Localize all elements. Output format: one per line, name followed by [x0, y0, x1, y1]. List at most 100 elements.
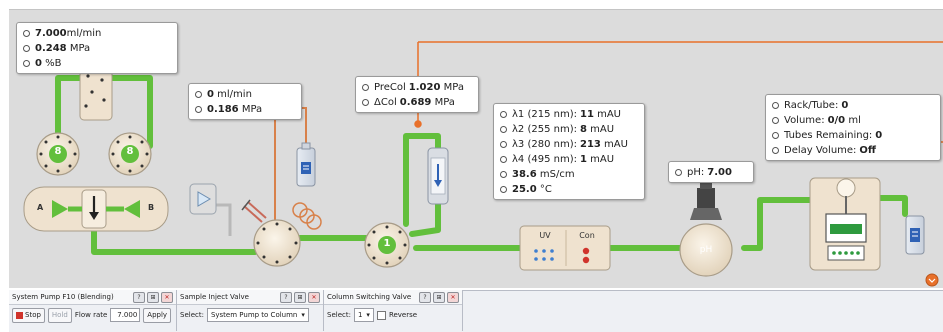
delta-col-label: ΔCol — [374, 97, 397, 108]
pump-flow-value: 7.000 — [35, 28, 67, 39]
inject-pressure-value: 0.186 — [207, 104, 239, 115]
waste-bottle-icon — [296, 142, 316, 187]
det-row-2-unit: mAU — [604, 139, 628, 150]
uv-label: UV — [539, 231, 551, 240]
ph-label: pH: — [687, 167, 705, 178]
rack-label: Rack/Tube: — [784, 100, 839, 111]
sample-inject-title: Sample Inject Valve — [180, 293, 249, 301]
sample-inject-module — [189, 142, 322, 267]
inject-select-label: Select: — [180, 311, 204, 319]
det-row-0-unit: mAU — [597, 109, 621, 120]
inject-pressure-unit: MPa — [241, 104, 263, 115]
volume-unit: ml — [848, 115, 861, 126]
detector-info-box: λ1 (215 nm): 11 mAU λ2 (255 nm): 8 mAU λ3 … — [493, 103, 645, 200]
delay-label: Delay Volume: — [784, 145, 857, 156]
pump-b-value: 0 — [35, 58, 42, 69]
column-switching-panel: Column Switching Valve ? ⊞ ✕ Select: 1 ▾ … — [324, 290, 463, 331]
help-icon[interactable]: ? — [133, 292, 145, 303]
inject-flow-value: 0 — [207, 89, 214, 100]
close-icon[interactable]: ✕ — [447, 292, 459, 303]
det-row-2-label: λ3 (280 nm): — [512, 139, 577, 150]
inlet-b-label: B — [148, 203, 155, 212]
inject-valve[interactable] — [253, 219, 301, 267]
pump-b-unit: %B — [45, 58, 62, 69]
precol-value: 1.020 — [408, 82, 441, 93]
inject-path-value: System Pump to Column — [210, 311, 298, 319]
pump-pressure-value: 0.248 — [35, 43, 67, 54]
fraction-info-box: Rack/Tube: 0 Volume: 0/0 ml Tubes Remainin… — [765, 94, 941, 161]
apply-label: Apply — [147, 310, 168, 319]
system-flow-view: 7.000 ml/min 0.248 MPa 0 %B 8 8 A B 0 ml/… — [0, 0, 943, 332]
pump-info-box: 7.000 ml/min 0.248 MPa 0 %B — [16, 22, 178, 74]
det-row-0-label: λ1 (215 nm): — [512, 109, 577, 120]
fraction-collector-module — [809, 177, 939, 287]
close-icon[interactable]: ✕ — [161, 292, 173, 303]
column-select-label: Select: — [327, 311, 351, 319]
precol-label: PreCol — [374, 82, 406, 93]
close-icon[interactable]: ✕ — [308, 292, 320, 303]
flow-rate-label: Flow rate — [74, 311, 108, 319]
help-icon[interactable]: ? — [280, 292, 292, 303]
chevron-down-icon: ▾ — [301, 311, 305, 319]
det-row-1-label: λ2 (255 nm): — [512, 124, 577, 135]
pin-icon[interactable]: ⊞ — [294, 292, 306, 303]
pump-module — [23, 63, 169, 232]
volume-label: Volume: — [784, 115, 825, 126]
system-pump-title: System Pump F10 (Blending) — [12, 293, 114, 301]
det-row-4-unit: mS/cm — [539, 169, 575, 180]
chevron-down-icon: ▾ — [366, 311, 370, 319]
system-pump-panel: System Pump F10 (Blending) ? ⊞ ✕ Stop Ho… — [9, 290, 177, 331]
det-row-2-value: 213 — [579, 139, 601, 150]
apply-button[interactable]: Apply — [143, 307, 172, 323]
det-row-3-value: 1 — [579, 154, 587, 165]
volume-value: 0/0 — [827, 115, 846, 126]
stop-icon — [16, 311, 23, 319]
det-row-3-label: λ4 (495 nm): — [512, 154, 577, 165]
inject-info-box: 0 ml/min 0.186 MPa — [188, 83, 302, 120]
collection-bottle-icon — [905, 215, 925, 255]
valve-right-label: 8 — [126, 146, 134, 157]
pump-pressure-unit: MPa — [69, 43, 91, 54]
ph-info-box: pH: 7.00 — [668, 161, 754, 183]
con-label: Con — [579, 231, 595, 240]
rack-value: 0 — [841, 100, 849, 111]
det-row-1-value: 8 — [579, 124, 587, 135]
delta-col-unit: MPa — [434, 97, 455, 108]
ph-cell-label: pH — [699, 245, 713, 255]
det-row-5-value: 25.0 — [512, 184, 537, 195]
precol-unit: MPa — [443, 82, 464, 93]
det-row-0-value: 11 — [579, 109, 594, 120]
valve-left-label: 8 — [54, 146, 62, 157]
ph-value: 7.00 — [707, 167, 732, 178]
reverse-label: Reverse — [388, 311, 418, 319]
column-position-select[interactable]: 1 ▾ — [353, 308, 374, 322]
pin-icon[interactable]: ⊞ — [433, 292, 445, 303]
det-row-1-unit: mAU — [590, 124, 615, 135]
expand-chevron-icon[interactable] — [925, 273, 939, 287]
delta-col-value: 0.689 — [399, 97, 432, 108]
column-position-value: 1 — [357, 311, 363, 319]
hold-button[interactable]: Hold — [47, 307, 72, 323]
det-row-5-unit: °C — [539, 184, 552, 195]
syringe-icon — [241, 199, 267, 223]
hold-label: Hold — [51, 310, 68, 319]
column-pressure-box: PreCol 1.020 MPa ΔCol 0.689 MPa — [355, 76, 479, 113]
tubes-label: Tubes Remaining: — [784, 130, 873, 141]
help-icon[interactable]: ? — [419, 292, 431, 303]
column-switching-title: Column Switching Valve — [327, 293, 412, 301]
flow-rate-input[interactable]: 7.000 — [110, 308, 141, 322]
tubes-value: 0 — [875, 130, 883, 141]
pump-flow-unit: ml/min — [66, 28, 102, 39]
det-row-4-value: 38.6 — [512, 169, 537, 180]
inject-path-select[interactable]: System Pump to Column ▾ — [206, 308, 309, 322]
det-row-3-unit: mAU — [590, 154, 615, 165]
column-valve-position: 1 — [383, 238, 391, 249]
stop-label: Stop — [25, 310, 41, 319]
pin-icon[interactable]: ⊞ — [147, 292, 159, 303]
sample-loop-coil — [292, 202, 322, 230]
reverse-checkbox[interactable] — [376, 310, 386, 320]
ph-module — [679, 180, 733, 277]
stop-button[interactable]: Stop — [12, 307, 45, 323]
sample-inject-panel: Sample Inject Valve ? ⊞ ✕ Select: System… — [177, 290, 324, 331]
inject-flow-unit: ml/min — [217, 89, 252, 100]
